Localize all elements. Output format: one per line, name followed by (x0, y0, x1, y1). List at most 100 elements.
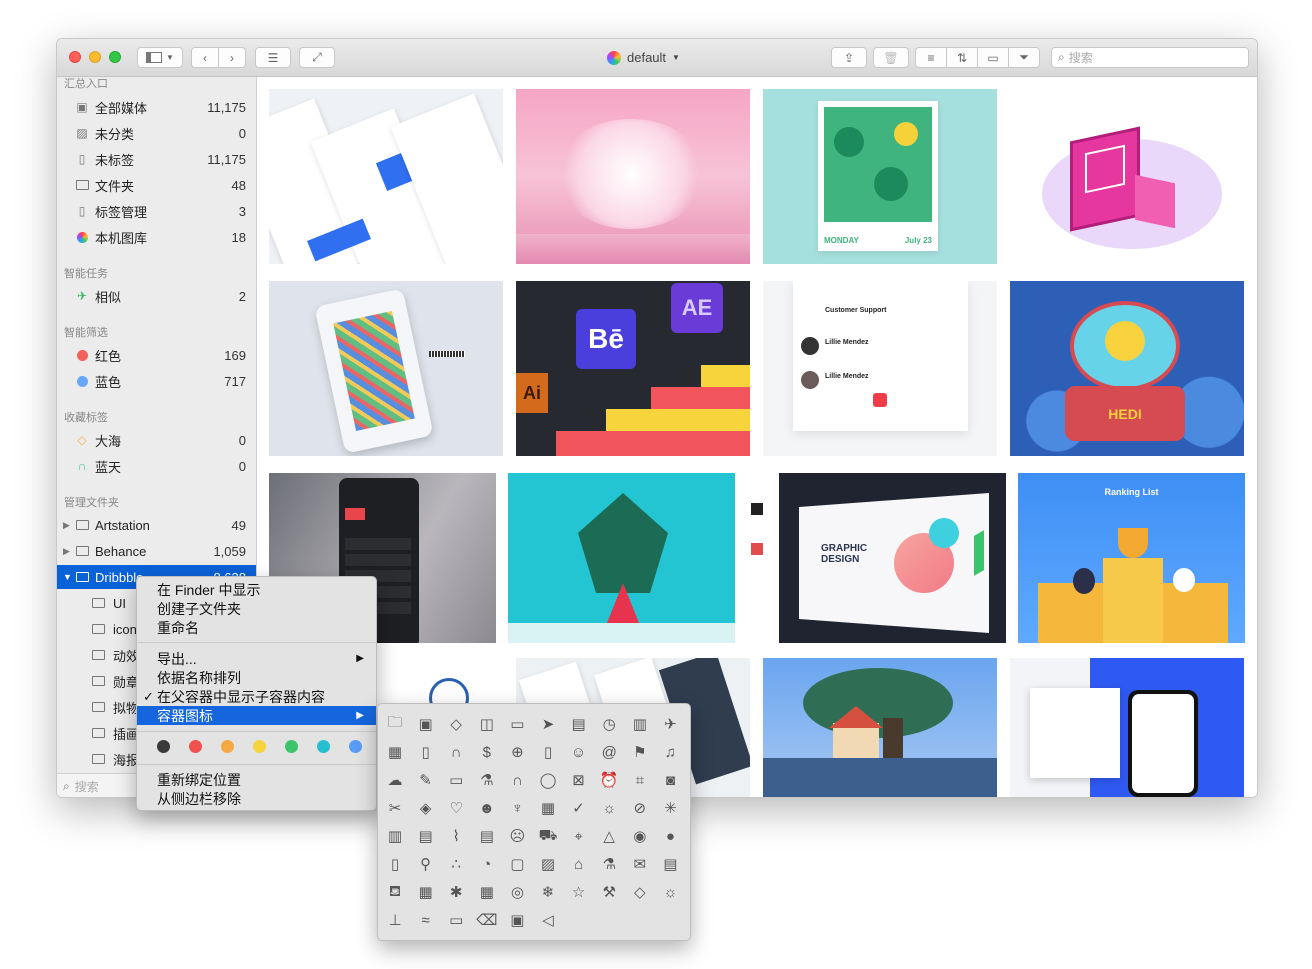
thumbnail-narrow-strip[interactable] (747, 473, 767, 643)
color-swatch[interactable] (317, 740, 330, 753)
sidebar-toggle-button[interactable]: ▼ (137, 47, 183, 68)
clock-icon[interactable]: ◷ (598, 713, 620, 735)
crop-icon[interactable]: ⌗ (629, 769, 651, 791)
mail-icon[interactable]: ✉ (629, 853, 651, 875)
label-icon[interactable]: ◈ (415, 797, 437, 819)
star-icon[interactable]: ☆ (568, 881, 590, 903)
sidebar-item-red[interactable]: 红色 169 (57, 343, 256, 367)
check-circle-icon[interactable]: ✓ (568, 797, 590, 819)
speaker-icon[interactable]: ◁ (537, 909, 559, 931)
monitor-icon[interactable]: ▭ (506, 713, 528, 735)
thumbnail-house-tree[interactable] (763, 658, 997, 797)
wrench-icon[interactable]: ⚒ (598, 881, 620, 903)
sparkle-icon[interactable]: ✳ (659, 797, 681, 819)
flask-icon[interactable]: ⚗ (476, 769, 498, 791)
list-view-button[interactable]: ≡ (915, 47, 947, 68)
thumbnail-graphic-design[interactable]: GRAPHIC DESIGN (779, 473, 1006, 643)
color-swatch[interactable] (349, 740, 362, 753)
nodes-icon[interactable]: ∴ (445, 853, 467, 875)
image-icon[interactable]: ▨ (537, 853, 559, 875)
sort-button[interactable]: ⇅ (946, 47, 978, 68)
sidebar-item-similar[interactable]: ✈ 相似 2 (57, 284, 256, 308)
sidebar-item-all-media[interactable]: ▣ 全部媒体 11,175 (57, 95, 256, 119)
sidebar-item-tag-manager[interactable]: ▯ 标签管理 3 (57, 199, 256, 223)
tools-icon[interactable]: ✂ (384, 797, 406, 819)
send-icon[interactable]: ➤ (537, 713, 559, 735)
menu-container-icon[interactable]: 容器图标 ▶ (137, 706, 376, 725)
thumbnail-adobe-stairs[interactable]: Bē AE Ai (516, 281, 750, 456)
sidebar-item-sea[interactable]: ◇ 大海 0 (57, 428, 256, 452)
sidebar-item-folders[interactable]: 文件夹 48 (57, 173, 256, 197)
document-icon[interactable]: ▯ (537, 741, 559, 763)
thermometer-icon[interactable]: ⊥ (384, 909, 406, 931)
broadcast-icon[interactable]: ◉ (629, 825, 651, 847)
portrait-icon[interactable]: ▣ (506, 909, 528, 931)
stats-icon[interactable]: ▥ (384, 825, 406, 847)
inbox-icon[interactable]: ▤ (476, 825, 498, 847)
phone-icon[interactable]: ▯ (415, 741, 437, 763)
thumbnail-messages-ui[interactable]: Customer Support Lillie Mendez Lillie Me… (763, 281, 997, 456)
headphones-icon[interactable]: ∩ (445, 741, 467, 763)
library-switcher[interactable]: default ▼ (607, 50, 680, 65)
at-sign-icon[interactable]: @ (598, 741, 620, 763)
database-icon[interactable]: ▤ (659, 853, 681, 875)
thumbnail-pink-cloud[interactable] (516, 89, 750, 264)
close-window-button[interactable] (69, 51, 81, 63)
smile-icon[interactable]: ☺ (568, 741, 590, 763)
chat-icon[interactable]: ◯ (537, 769, 559, 791)
thumbnail-cities-on-phones[interactable] (269, 281, 503, 456)
color-swatch[interactable] (189, 740, 202, 753)
color-swatch[interactable] (253, 740, 266, 753)
home-icon[interactable]: ⌂ (568, 853, 590, 875)
search-field[interactable]: ⌕ 搜索 (1051, 47, 1249, 68)
tags-icon[interactable]: ◇ (629, 881, 651, 903)
lightbulb-icon[interactable]: ☼ (598, 797, 620, 819)
music-note-icon[interactable]: ♫ (659, 741, 681, 763)
beaker-icon[interactable]: ⚗ (598, 853, 620, 875)
tag-icon[interactable]: ◇ (445, 713, 467, 735)
aperture-icon[interactable]: ◎ (506, 881, 528, 903)
menu-new-subfolder[interactable]: 创建子文件夹 (137, 599, 376, 618)
trophy-icon[interactable]: ♆ (506, 797, 528, 819)
dollar-icon[interactable]: $ (476, 741, 498, 763)
menu-remove-from-sidebar[interactable]: 从侧边栏移除 (137, 789, 376, 808)
thumbnail-ranking-list[interactable]: Ranking List (1018, 473, 1245, 643)
film-icon[interactable]: ▦ (415, 881, 437, 903)
thumbnail-calendar-app[interactable] (1010, 658, 1244, 797)
snowflake-icon[interactable]: ❄ (537, 881, 559, 903)
compass-icon[interactable]: ⊘ (629, 797, 651, 819)
thumbnail-chat-app-ui[interactable] (269, 89, 503, 264)
sad-face-icon[interactable]: ☹ (506, 825, 528, 847)
back-button[interactable]: ‹ (191, 47, 219, 68)
bar-chart-icon[interactable]: ▥ (629, 713, 651, 735)
record-icon[interactable]: ● (659, 825, 681, 847)
menu-rebind-location[interactable]: 重新绑定位置 (137, 770, 376, 789)
filter-button[interactable]: ⏷ (1008, 47, 1040, 68)
sidebar-item-blue[interactable]: 蓝色 717 (57, 369, 256, 393)
sidebar-item-sky[interactable]: ∩ 蓝天 0 (57, 454, 256, 478)
menu-sort-by-name[interactable]: 依据名称排列 (137, 668, 376, 687)
disclosure-triangle-icon[interactable]: ▼ (63, 572, 72, 582)
keyboard-icon[interactable]: ▭ (445, 769, 467, 791)
color-swatch[interactable] (285, 740, 298, 753)
map-icon[interactable]: ▦ (384, 741, 406, 763)
menu-show-subcontainer-content[interactable]: ✓ 在父容器中显示子容器内容 (137, 687, 376, 706)
paperclip-icon[interactable]: ⌇ (445, 825, 467, 847)
shopping-bag-icon[interactable]: ◫ (476, 713, 498, 735)
sun-icon[interactable]: ☼ (659, 881, 681, 903)
folder-icon[interactable]: 🗀 (384, 713, 406, 735)
calculator-icon[interactable]: ▤ (415, 825, 437, 847)
calendar-grid-icon[interactable]: ▦ (476, 881, 498, 903)
clipboard-icon[interactable]: ▤ (568, 713, 590, 735)
share-button[interactable]: ⇪ (831, 47, 867, 68)
heart-icon[interactable]: ♡ (445, 797, 467, 819)
menu-show-in-finder[interactable]: 在 Finder 中显示 (137, 580, 376, 599)
sidebar-item-photo-library[interactable]: 本机图库 18 (57, 225, 256, 249)
expand-button[interactable]: ⤢ (299, 47, 335, 68)
cloud-icon[interactable]: ☁ (384, 769, 406, 791)
trash-icon[interactable]: ⌫ (476, 909, 498, 931)
color-swatch[interactable] (157, 740, 170, 753)
edit-icon[interactable]: ✎ (415, 769, 437, 791)
disclosure-triangle-icon[interactable]: ▶ (63, 520, 70, 531)
zoom-window-button[interactable] (109, 51, 121, 63)
